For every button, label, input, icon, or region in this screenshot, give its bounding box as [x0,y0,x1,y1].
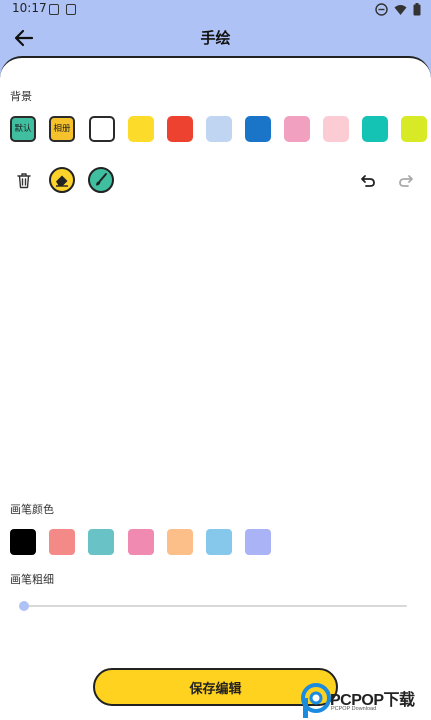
background-default-button[interactable]: 默认 [10,116,36,142]
background-swatch-lime[interactable] [401,116,427,142]
image-notification-icon [66,4,76,15]
pen-size-label: 画笔粗细 [10,573,54,586]
background-swatch-pink[interactable] [284,116,310,142]
pcpop-logo [301,683,331,718]
pcpop-watermark: PCPOP下载 PCPOP Download [300,683,430,719]
background-default-label: 默认 [14,124,32,134]
notification-icon [49,4,59,15]
trash-icon [17,172,31,188]
pen-color-pink[interactable] [128,529,154,555]
brush-button[interactable] [88,167,114,193]
background-album-button[interactable]: 相册 [49,116,75,142]
drawing-canvas[interactable] [0,205,431,490]
app-bar: 手绘 [0,20,431,56]
redo-icon [399,175,413,187]
background-swatch-teal[interactable] [362,116,388,142]
background-swatch-yellow[interactable] [128,116,154,142]
redo-button[interactable] [395,170,417,192]
pen-color-lavender[interactable] [245,529,271,555]
battery-icon [413,3,421,16]
pen-color-peach[interactable] [167,529,193,555]
eraser-button[interactable] [49,167,75,193]
status-icons [375,3,421,16]
undo-icon [361,175,375,187]
eraser-icon [56,175,68,187]
pen-color-label: 画笔颜色 [10,503,54,516]
wifi-icon [394,4,407,15]
background-swatch-red[interactable] [167,116,193,142]
delete-button[interactable] [13,169,35,191]
brush-icon [96,173,107,186]
background-swatch-white[interactable] [89,116,115,142]
background-label: 背景 [10,90,32,103]
watermark-subtitle: PCPOP Download [331,706,377,712]
pen-color-teal[interactable] [88,529,114,555]
undo-button[interactable] [357,170,379,192]
background-swatch-light-blue[interactable] [206,116,232,142]
status-time: 10:17 [12,1,47,15]
status-bar: 10:17 [0,0,431,20]
background-album-label: 相册 [53,124,71,134]
pen-color-black[interactable] [10,529,36,555]
background-swatch-light-pink[interactable] [323,116,349,142]
pen-color-sky-blue[interactable] [206,529,232,555]
dnd-icon [375,3,388,16]
background-swatch-blue[interactable] [245,116,271,142]
pen-size-slider[interactable] [22,605,407,607]
pen-size-slider-thumb[interactable] [19,601,29,611]
pen-color-salmon[interactable] [49,529,75,555]
page-title: 手绘 [200,29,231,47]
